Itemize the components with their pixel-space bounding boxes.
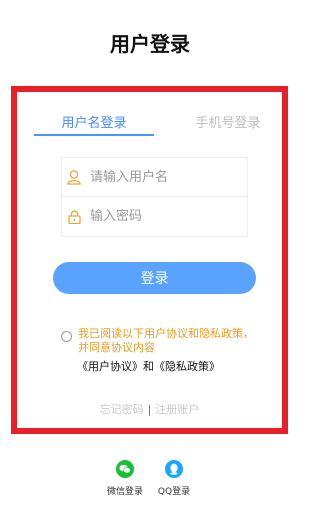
wechat-login-label: 微信登录: [106, 487, 143, 497]
username-field[interactable]: [61, 157, 248, 197]
forgot-password-link[interactable]: 忘记密码: [100, 403, 144, 416]
agreement-radio[interactable]: [61, 331, 72, 342]
wechat-login[interactable]: 微信登录: [106, 460, 144, 497]
password-input[interactable]: [90, 209, 240, 224]
agreement-text: 我已阅读以下用户协议和隐私政策，并同意协议内容: [78, 327, 254, 354]
user-icon: [66, 169, 82, 185]
qq-login[interactable]: QQ登录: [156, 460, 192, 497]
register-link[interactable]: 注册账户: [155, 403, 199, 416]
qq-login-label: QQ登录: [157, 487, 191, 497]
user-agreement-link[interactable]: 《用户协议》: [77, 360, 143, 373]
active-tab-indicator: [34, 134, 154, 136]
password-field[interactable]: [61, 197, 248, 237]
privacy-policy-link[interactable]: 《隐私政策》: [154, 360, 220, 373]
username-input[interactable]: [90, 169, 240, 185]
agreement-links: 《用户协议》和《隐私政策》: [77, 358, 267, 374]
login-button[interactable]: 登录: [53, 262, 256, 294]
lock-icon: [66, 209, 82, 225]
wechat-icon[interactable]: [116, 460, 134, 478]
login-panel: 用户名登录 手机号登录 登录 我已阅读以下用户协议和隐私政策，并同意协议内容 《…: [11, 86, 288, 434]
link-separator: |: [147, 403, 152, 416]
agreement-and-text: 和: [143, 360, 154, 373]
tab-phone-login[interactable]: 手机号登录: [178, 112, 278, 131]
tab-username-login[interactable]: 用户名登录: [34, 112, 154, 131]
page-title: 用户登录: [110, 32, 190, 56]
qq-icon[interactable]: [165, 460, 183, 478]
account-links: 忘记密码 | 注册账户: [17, 401, 282, 417]
login-tabs: 用户名登录 手机号登录: [34, 108, 278, 138]
